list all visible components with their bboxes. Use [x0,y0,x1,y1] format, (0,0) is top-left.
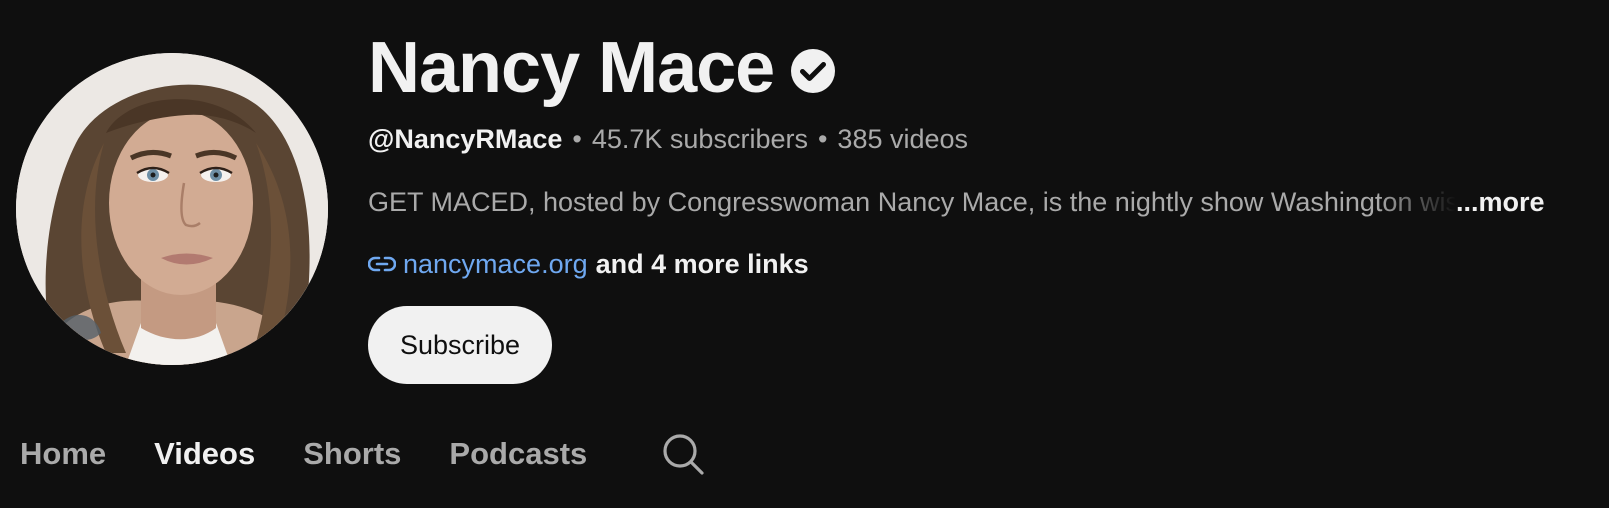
link-icon [368,256,396,272]
channel-name: Nancy Mace [368,28,775,108]
search-icon[interactable] [661,432,705,476]
meta-separator: • [572,124,582,154]
channel-title-row: Nancy Mace [368,26,836,110]
tab-podcasts[interactable]: Podcasts [449,428,587,480]
channel-meta: @NancyRMace • 45.7K subscribers • 385 videos [368,122,968,156]
channel-links: nancymace.org and 4 more links [368,247,809,281]
channel-tabs: Home Videos Shorts Podcasts [20,428,705,480]
more-links-button[interactable]: and 4 more links [596,247,809,281]
channel-handle: @NancyRMace [368,124,563,154]
video-count: 385 videos [837,124,969,154]
tab-videos[interactable]: Videos [154,428,255,480]
subscriber-count: 45.7K subscribers [591,124,808,154]
channel-link[interactable]: nancymace.org [403,247,588,281]
avatar-photo [16,53,328,365]
channel-avatar[interactable] [16,53,328,365]
tab-shorts[interactable]: Shorts [303,428,401,480]
channel-description[interactable]: GET MACED, hosted by Congresswoman Nancy… [368,185,1568,219]
description-more-button[interactable]: ...more [1456,185,1545,219]
verified-check-icon [791,49,836,93]
description-text: GET MACED, hosted by Congresswoman Nancy… [368,187,1456,217]
subscribe-button[interactable]: Subscribe [368,306,552,384]
tab-home[interactable]: Home [20,428,106,480]
meta-separator: • [817,124,828,154]
